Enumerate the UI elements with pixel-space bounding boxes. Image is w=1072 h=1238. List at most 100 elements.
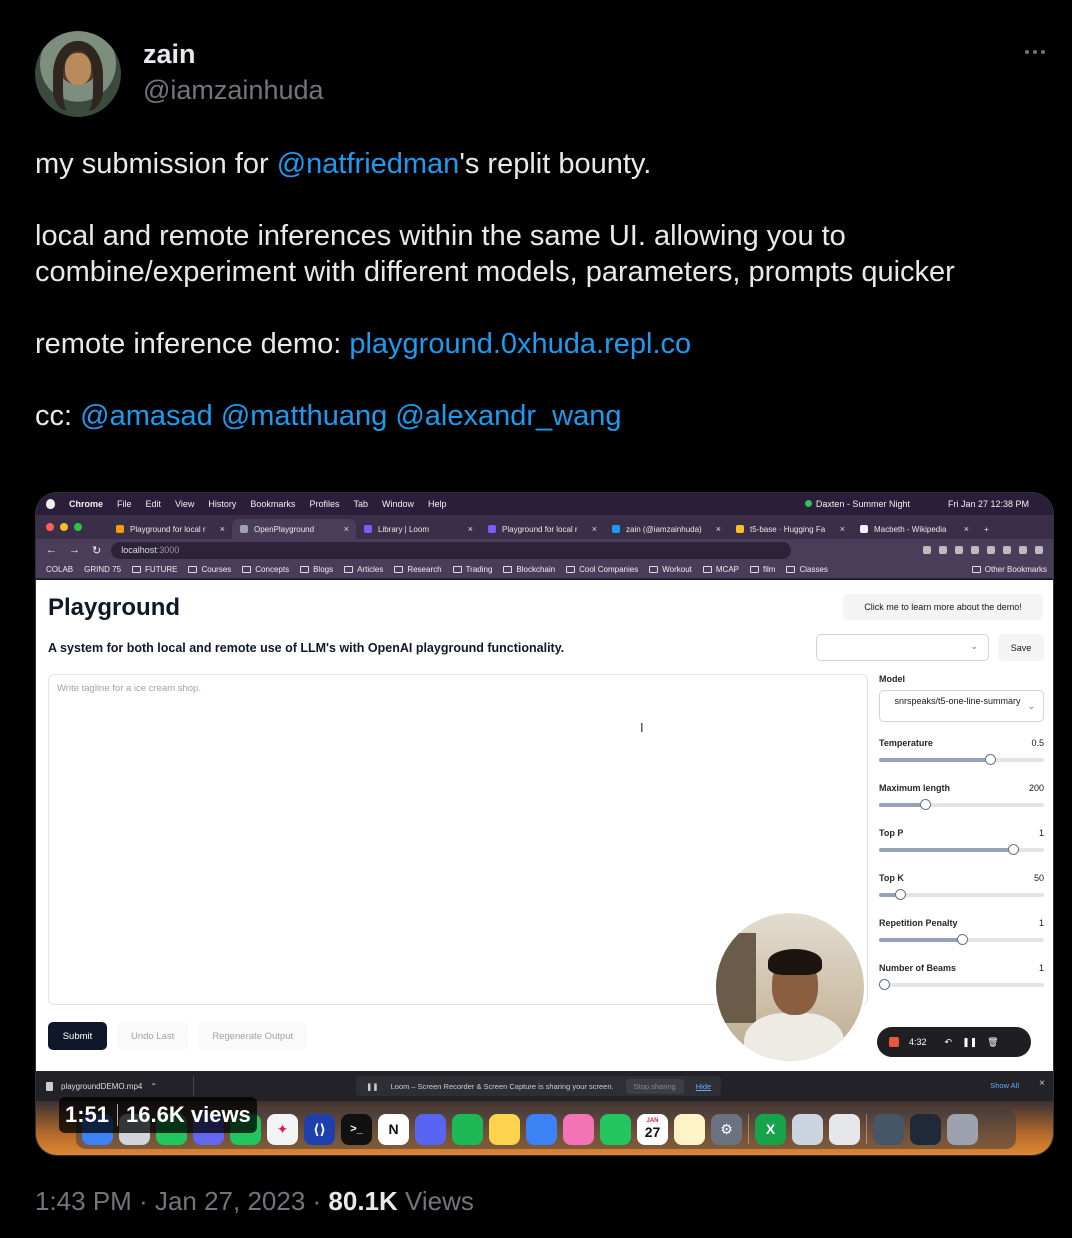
menubar-app[interactable]: Chrome xyxy=(69,499,103,509)
author-display-name[interactable]: zain xyxy=(143,39,196,70)
menu-tab[interactable]: Tab xyxy=(353,499,368,509)
back-icon[interactable]: ← xyxy=(46,544,57,557)
repetition-penalty-slider[interactable]: Repetition Penalty 1 xyxy=(879,918,1044,945)
extension-icon[interactable] xyxy=(955,546,963,554)
reload-icon[interactable]: ↻ xyxy=(92,544,101,557)
close-window-icon[interactable] xyxy=(46,523,54,531)
zoom-window-icon[interactable] xyxy=(74,523,82,531)
model-select[interactable]: snrspeaks/t5-one-line-summary ⌄ xyxy=(879,690,1044,722)
max-length-slider[interactable]: Maximum length 200 xyxy=(879,783,1044,810)
browser-tab-active[interactable]: OpenPlayground × xyxy=(232,519,356,539)
bookmark-folder[interactable]: Blockchain xyxy=(503,565,555,574)
excel-icon[interactable]: X xyxy=(755,1113,786,1145)
notes-icon[interactable] xyxy=(674,1113,705,1145)
extension-icon[interactable] xyxy=(971,546,979,554)
tab-close-icon[interactable]: × xyxy=(344,524,349,534)
stop-sharing-button[interactable]: Stop sharing xyxy=(625,1078,684,1094)
app-icon[interactable] xyxy=(489,1113,520,1145)
loom-camera-bubble[interactable] xyxy=(714,911,866,1063)
chevron-up-icon[interactable]: ⌃ xyxy=(150,1082,157,1091)
new-tab-button[interactable]: + xyxy=(976,519,1006,539)
bookmark-folder[interactable]: Articles xyxy=(344,565,383,574)
preview-icon[interactable] xyxy=(829,1113,860,1145)
notion-icon[interactable]: N xyxy=(378,1113,409,1145)
calendar-icon[interactable]: JAN 27 xyxy=(637,1113,668,1145)
hide-link[interactable]: Hide xyxy=(696,1082,711,1091)
browser-tab[interactable]: t5-base · Hugging Fa × xyxy=(728,519,852,539)
bookmark-folder[interactable]: Workout xyxy=(649,565,692,574)
bookmark-folder[interactable]: FUTURE xyxy=(132,565,177,574)
tweet-date[interactable]: Jan 27, 2023 xyxy=(155,1186,305,1216)
pause-icon[interactable]: ❚❚ xyxy=(962,1037,977,1048)
tab-close-icon[interactable]: × xyxy=(840,524,845,534)
menu-history[interactable]: History xyxy=(208,499,236,509)
terminal-icon[interactable]: >_ xyxy=(341,1113,372,1145)
other-bookmarks[interactable]: Other Bookmarks xyxy=(971,565,1047,574)
bookmark-folder[interactable]: film xyxy=(750,565,775,574)
address-bar[interactable]: localhost:3000 xyxy=(111,541,792,559)
top-p-slider[interactable]: Top P1 xyxy=(879,828,1044,855)
extension-icon[interactable] xyxy=(1019,546,1027,554)
mention-matthuang[interactable]: @matthuang xyxy=(221,400,387,432)
bookmark-folder[interactable]: Blogs xyxy=(300,565,333,574)
apple-icon[interactable] xyxy=(46,499,55,509)
extension-icon[interactable] xyxy=(939,546,947,554)
stop-recording-icon[interactable] xyxy=(889,1037,899,1047)
tab-close-icon[interactable]: × xyxy=(964,524,969,534)
app-icon[interactable] xyxy=(526,1113,557,1145)
close-icon[interactable]: × xyxy=(1039,1078,1045,1089)
menu-profiles[interactable]: Profiles xyxy=(309,499,339,509)
mention-natfriedman[interactable]: @natfriedman xyxy=(277,148,460,180)
learn-more-button[interactable]: Click me to learn more about the demo! xyxy=(843,594,1043,620)
menu-window[interactable]: Window xyxy=(382,499,414,509)
preset-select[interactable]: ⌄ xyxy=(816,634,989,661)
undo-last-button[interactable]: Undo Last xyxy=(117,1022,189,1050)
menu-bookmarks[interactable]: Bookmarks xyxy=(250,499,295,509)
settings-icon[interactable]: ⚙ xyxy=(711,1113,742,1145)
menu-view[interactable]: View xyxy=(175,499,194,509)
tab-close-icon[interactable]: × xyxy=(592,524,597,534)
bookmark-folder[interactable]: Classes xyxy=(786,565,828,574)
browser-tab[interactable]: Playground for local r × xyxy=(480,519,604,539)
top-k-slider[interactable]: Top K 50 xyxy=(879,873,1044,900)
slider-thumb[interactable] xyxy=(895,889,907,900)
forward-icon[interactable]: → xyxy=(69,544,80,557)
slider-thumb[interactable] xyxy=(920,799,932,810)
extension-icon[interactable] xyxy=(923,546,931,554)
trash-icon[interactable] xyxy=(947,1113,978,1145)
number-of-beams-slider[interactable]: Number of Beams 1 xyxy=(878,963,1044,990)
slider-thumb[interactable] xyxy=(1007,844,1019,855)
app-icon[interactable] xyxy=(910,1113,941,1145)
show-all-link[interactable]: Show All xyxy=(990,1081,1019,1090)
browser-tab[interactable]: Macbeth - Wikipedia × xyxy=(852,519,976,539)
tab-close-icon[interactable]: × xyxy=(220,524,225,534)
browser-tab[interactable]: zain (@iamzainhuda) × xyxy=(604,519,728,539)
app-icon[interactable] xyxy=(792,1113,823,1145)
bookmark-folder[interactable]: Research xyxy=(394,565,442,574)
discord-icon[interactable] xyxy=(415,1113,446,1145)
bookmark-grind75[interactable]: GRIND 75 xyxy=(84,565,121,574)
extension-icon[interactable] xyxy=(987,546,995,554)
tab-close-icon[interactable]: × xyxy=(716,524,721,534)
photos-icon[interactable] xyxy=(563,1113,594,1145)
minimize-window-icon[interactable] xyxy=(60,523,68,531)
submit-button[interactable]: Submit xyxy=(48,1022,107,1050)
undo-icon[interactable]: ↶ xyxy=(945,1037,953,1048)
slider-thumb[interactable] xyxy=(956,934,968,945)
facetime-icon[interactable] xyxy=(600,1113,631,1145)
bookmark-folder[interactable]: Trading xyxy=(452,565,492,574)
more-options-icon[interactable] xyxy=(1025,42,1053,62)
mention-amasad[interactable]: @amasad xyxy=(80,400,213,432)
save-button[interactable]: Save xyxy=(998,634,1044,661)
bookmark-folder[interactable]: MCAP xyxy=(702,565,739,574)
demo-link[interactable]: playground.0xhuda.repl.co xyxy=(349,328,691,360)
bookmark-folder[interactable]: Concepts xyxy=(242,565,289,574)
menu-file[interactable]: File xyxy=(117,499,132,509)
author-handle[interactable]: @iamzainhuda xyxy=(143,75,324,106)
tweet-time[interactable]: 1:43 PM xyxy=(35,1186,132,1216)
menu-edit[interactable]: Edit xyxy=(146,499,162,509)
trash-icon[interactable]: 🗑 xyxy=(987,1037,998,1048)
slider-thumb[interactable] xyxy=(878,979,890,990)
regenerate-output-button[interactable]: Regenerate Output xyxy=(198,1022,308,1050)
spotify-icon[interactable] xyxy=(452,1113,483,1145)
